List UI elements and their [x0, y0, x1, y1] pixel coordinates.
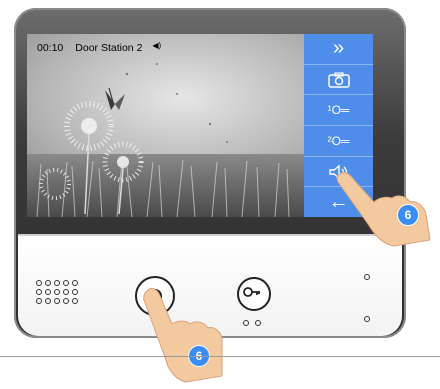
pointing-hand-icon	[336, 171, 431, 247]
status-bar: 00:10 Door Station 2 ◀)	[37, 40, 162, 55]
fast-forward-icon: »	[332, 37, 345, 60]
unlock-1-button[interactable]: ¹O═	[304, 95, 373, 127]
snapshot-button[interactable]	[304, 65, 373, 96]
unlock-2-icon: ²O═	[327, 133, 350, 148]
fast-forward-button[interactable]: »	[304, 34, 373, 65]
station-name: Door Station 2	[75, 42, 143, 54]
pointing-hand-icon	[143, 287, 223, 383]
unlock-1-icon: ¹O═	[327, 103, 350, 118]
speaker-small-icon: ◀)	[152, 40, 162, 50]
key-icon	[243, 287, 260, 297]
call-timer: 00:10	[37, 42, 64, 54]
unlock-2-button[interactable]: ²O═	[304, 126, 373, 157]
speaker-grille	[36, 280, 78, 304]
divider-line	[0, 356, 440, 357]
video-screen: 00:10 Door Station 2 ◀) » ¹O═ ²O═ ←	[27, 34, 373, 217]
unlock-button[interactable]	[237, 277, 271, 311]
indicator-led	[255, 320, 261, 326]
status-led	[364, 274, 370, 280]
mic-hole	[364, 316, 370, 322]
step-badge: 6	[397, 204, 419, 226]
indicator-led	[243, 320, 249, 326]
camera-icon	[327, 71, 350, 88]
